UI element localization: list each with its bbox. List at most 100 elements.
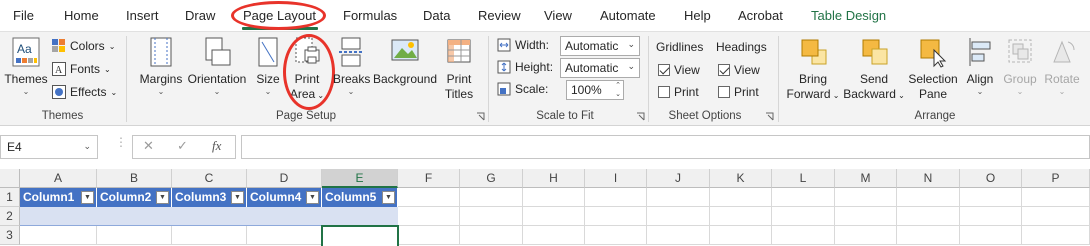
cell[interactable] xyxy=(1022,226,1090,245)
cell[interactable] xyxy=(460,226,523,245)
fonts-button[interactable]: A Fonts ⌄ xyxy=(52,62,111,76)
spinner-arrows-icon[interactable]: ⌃ ⌄ xyxy=(615,81,621,99)
print-area-button[interactable]: Print Area ⌄ xyxy=(288,36,326,103)
cell[interactable] xyxy=(897,188,960,207)
rotate-button[interactable]: Rotate ⌄ xyxy=(1040,36,1084,97)
table-row[interactable] xyxy=(20,207,398,226)
tab-formulas[interactable]: Formulas xyxy=(343,8,397,23)
column-header[interactable]: K xyxy=(710,169,772,188)
cell[interactable] xyxy=(1022,207,1090,226)
bring-forward-button[interactable]: Bring Forward ⌄ xyxy=(784,36,842,103)
tab-home[interactable]: Home xyxy=(64,8,99,23)
selection-pane-button[interactable]: Selection Pane xyxy=(906,36,960,102)
column-header[interactable]: H xyxy=(523,169,585,188)
cell[interactable] xyxy=(460,188,523,207)
name-box[interactable]: E4 ⌄ xyxy=(0,135,98,159)
cell[interactable] xyxy=(835,226,897,245)
tab-review[interactable]: Review xyxy=(478,8,521,23)
scale-spinner[interactable]: 100% ⌃ ⌄ xyxy=(566,80,624,100)
filter-dropdown-icon[interactable]: ▼ xyxy=(156,191,169,204)
filter-dropdown-icon[interactable]: ▼ xyxy=(81,191,94,204)
chevron-down-icon[interactable]: ⌄ xyxy=(83,141,91,152)
selected-cell[interactable] xyxy=(321,225,399,246)
cell[interactable] xyxy=(647,207,710,226)
column-header-selected[interactable]: E xyxy=(322,169,398,188)
column-header[interactable]: N xyxy=(897,169,960,188)
formula-input[interactable] xyxy=(241,135,1090,159)
cell[interactable] xyxy=(710,188,772,207)
cancel-icon[interactable]: ✕ xyxy=(143,138,154,154)
colors-button[interactable]: Colors ⌄ xyxy=(52,39,115,53)
column-header[interactable]: O xyxy=(960,169,1022,188)
print-titles-button[interactable]: Print Titles xyxy=(441,36,477,102)
page-setup-launcher-icon[interactable] xyxy=(476,112,485,121)
tab-view[interactable]: View xyxy=(544,8,572,23)
align-button[interactable]: Align ⌄ xyxy=(962,36,998,97)
enter-icon[interactable]: ✓ xyxy=(177,138,188,154)
orientation-button[interactable]: Orientation ⌄ xyxy=(186,36,248,97)
cell[interactable] xyxy=(647,226,710,245)
filter-dropdown-icon[interactable]: ▼ xyxy=(231,191,244,204)
cell[interactable] xyxy=(710,226,772,245)
table-header-cell[interactable]: Column5 ▼ xyxy=(322,188,398,207)
cell[interactable] xyxy=(647,188,710,207)
column-header[interactable]: B xyxy=(97,169,172,188)
cell[interactable] xyxy=(772,226,835,245)
column-header[interactable]: G xyxy=(460,169,523,188)
gridlines-view-checkbox[interactable]: View xyxy=(658,63,700,77)
column-header[interactable]: J xyxy=(647,169,710,188)
table-header-cell[interactable]: Column3 ▼ xyxy=(172,188,247,207)
tab-page-layout[interactable]: Page Layout xyxy=(243,8,316,23)
cell[interactable] xyxy=(460,207,523,226)
tab-file[interactable]: File xyxy=(13,8,34,23)
width-select[interactable]: Automatic ⌄ xyxy=(560,36,640,56)
column-header[interactable]: L xyxy=(772,169,835,188)
tab-draw[interactable]: Draw xyxy=(185,8,215,23)
row-header[interactable]: 3 xyxy=(0,226,20,245)
headings-print-checkbox[interactable]: Print xyxy=(718,85,759,99)
cell[interactable] xyxy=(772,207,835,226)
size-button[interactable]: Size ⌄ xyxy=(254,36,282,97)
column-header[interactable]: F xyxy=(398,169,460,188)
select-all-corner[interactable] xyxy=(0,169,20,188)
row-header[interactable]: 2 xyxy=(0,207,20,226)
gridlines-view-check-icon[interactable] xyxy=(658,64,670,76)
headings-print-check-icon[interactable] xyxy=(718,86,730,98)
cell[interactable] xyxy=(585,207,647,226)
cell[interactable] xyxy=(772,188,835,207)
cell[interactable] xyxy=(585,226,647,245)
cell[interactable] xyxy=(172,226,247,245)
cell[interactable] xyxy=(398,207,460,226)
gridlines-print-checkbox[interactable]: Print xyxy=(658,85,699,99)
group-button[interactable]: Group ⌄ xyxy=(1000,36,1040,97)
breaks-button[interactable]: Breaks ⌄ xyxy=(333,36,370,97)
cell[interactable] xyxy=(960,226,1022,245)
gridlines-print-check-icon[interactable] xyxy=(658,86,670,98)
cell[interactable] xyxy=(523,207,585,226)
effects-button[interactable]: Effects ⌄ xyxy=(52,85,117,99)
cell[interactable] xyxy=(523,226,585,245)
column-header[interactable]: M xyxy=(835,169,897,188)
cell[interactable] xyxy=(398,188,460,207)
table-header-cell[interactable]: Column4 ▼ xyxy=(247,188,322,207)
formula-bar-grip[interactable]: ⋮ xyxy=(115,136,127,157)
row-header[interactable]: 1 xyxy=(0,188,20,207)
headings-view-check-icon[interactable] xyxy=(718,64,730,76)
cell[interactable] xyxy=(835,188,897,207)
background-button[interactable]: Background xyxy=(372,36,438,87)
cell[interactable] xyxy=(398,226,460,245)
table-header-cell[interactable]: Column1 ▼ xyxy=(20,188,97,207)
cell[interactable] xyxy=(960,207,1022,226)
headings-view-checkbox[interactable]: View xyxy=(718,63,760,77)
table-header-cell[interactable]: Column2 ▼ xyxy=(97,188,172,207)
column-header[interactable]: I xyxy=(585,169,647,188)
tab-table-design[interactable]: Table Design xyxy=(811,8,886,23)
filter-dropdown-icon[interactable]: ▼ xyxy=(382,191,395,204)
tab-help[interactable]: Help xyxy=(684,8,711,23)
column-header[interactable]: C xyxy=(172,169,247,188)
cell[interactable] xyxy=(835,207,897,226)
sheet-options-launcher-icon[interactable] xyxy=(765,112,774,121)
scale-to-fit-launcher-icon[interactable] xyxy=(636,112,645,121)
cell[interactable] xyxy=(897,207,960,226)
filter-dropdown-icon[interactable]: ▼ xyxy=(306,191,319,204)
